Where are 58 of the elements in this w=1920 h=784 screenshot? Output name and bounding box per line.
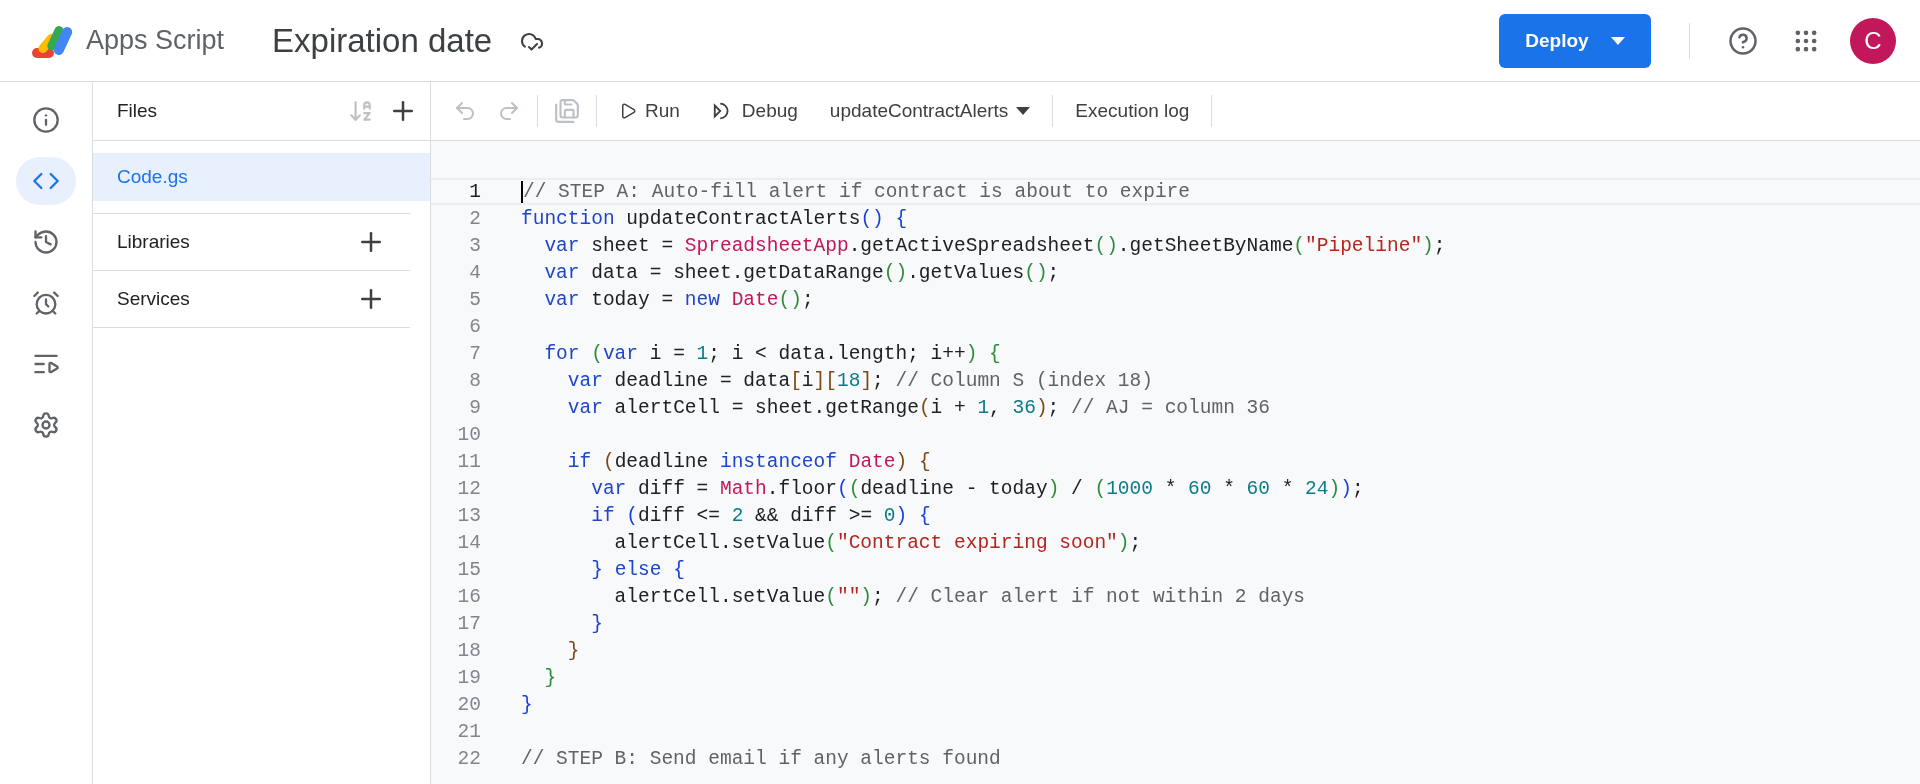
- run-button[interactable]: Run: [609, 94, 690, 128]
- code-text: }: [521, 693, 533, 716]
- line-number: 15: [456, 558, 482, 581]
- code-text: }: [543, 666, 557, 689]
- function-selector[interactable]: updateContractAlerts: [819, 94, 1041, 128]
- panel-title: Files: [117, 100, 159, 122]
- debug-button[interactable]: Debug: [701, 94, 808, 128]
- section-title: Services: [117, 288, 191, 310]
- line-number: 5: [468, 288, 482, 311]
- line-number: 10: [456, 423, 482, 446]
- play-icon: [619, 102, 637, 120]
- section-title: Libraries: [117, 231, 191, 253]
- help-icon[interactable]: [1728, 25, 1758, 56]
- code-text: var sheet = SpreadsheetApp.getActiveSpreadsheet().getSheetByName("Pipeline");: [543, 234, 1446, 257]
- deploy-button[interactable]: Deploy: [1499, 13, 1651, 68]
- code-text: // STEP B: Send email if any alerts found: [521, 747, 1001, 770]
- line-number: 17: [456, 612, 482, 635]
- code-text: var diff = Math.floor((deadline - today) / (1000 * 60 * 60 * 24));: [590, 477, 1364, 500]
- code-text: if (deadline instanceof Date) {: [566, 450, 931, 473]
- project-title[interactable]: Expiration date: [272, 21, 493, 60]
- code-icon[interactable]: [16, 157, 76, 205]
- code-text: alertCell.setValue(""); // Clear alert if not within 2 days: [613, 585, 1306, 608]
- line-number: 19: [456, 666, 482, 689]
- line-number: 3: [468, 234, 482, 257]
- line-number: 14: [456, 531, 482, 554]
- caret-icon: [1610, 36, 1625, 45]
- line-number: 16: [456, 585, 482, 608]
- code-text: var data = sheet.getDataRange().getValues();: [543, 261, 1060, 284]
- account-avatar[interactable]: C: [1850, 17, 1896, 64]
- code-text: }: [590, 612, 603, 635]
- code-text: var deadline = data[i][18]; // Column S (index 18): [566, 369, 1153, 392]
- code-text: } else {: [590, 558, 685, 581]
- line-number: 7: [468, 342, 482, 365]
- app-name: Apps Script: [86, 25, 225, 56]
- code-text: for (var i = 1; i < data.length; i++) {: [543, 342, 1001, 365]
- line-number: 2: [468, 207, 482, 230]
- code-text: var alertCell = sheet.getRange(i + 1, 36); // AJ = column 36: [566, 396, 1270, 419]
- line-number: 18: [456, 639, 482, 662]
- caret-icon: [1016, 107, 1031, 115]
- line-number: 1: [468, 180, 482, 203]
- line-number: 22: [456, 747, 482, 770]
- line-number: 4: [468, 261, 482, 284]
- line-number: 6: [468, 315, 482, 338]
- code-text: if (diff <= 2 && diff >= 0) {: [590, 504, 931, 527]
- execution-log-button[interactable]: Execution log: [1065, 94, 1200, 128]
- line-number: 13: [456, 504, 482, 527]
- line-number: 8: [468, 369, 482, 392]
- code-text: }: [566, 639, 580, 662]
- code-text: function updateContractAlerts() {: [521, 207, 908, 230]
- line-number: 9: [468, 396, 482, 419]
- line-number: 20: [456, 693, 482, 716]
- code-text: var today = new Date();: [543, 288, 814, 311]
- line-number: 12: [456, 477, 482, 500]
- line-number: 11: [456, 450, 482, 473]
- code-text: alertCell.setValue("Contract expiring soon");: [613, 531, 1142, 554]
- line-number: 21: [456, 720, 482, 743]
- file-item[interactable]: Code.gs: [93, 153, 430, 201]
- code-text: // STEP A: Auto-fill alert if contract is about to expire: [521, 180, 1190, 203]
